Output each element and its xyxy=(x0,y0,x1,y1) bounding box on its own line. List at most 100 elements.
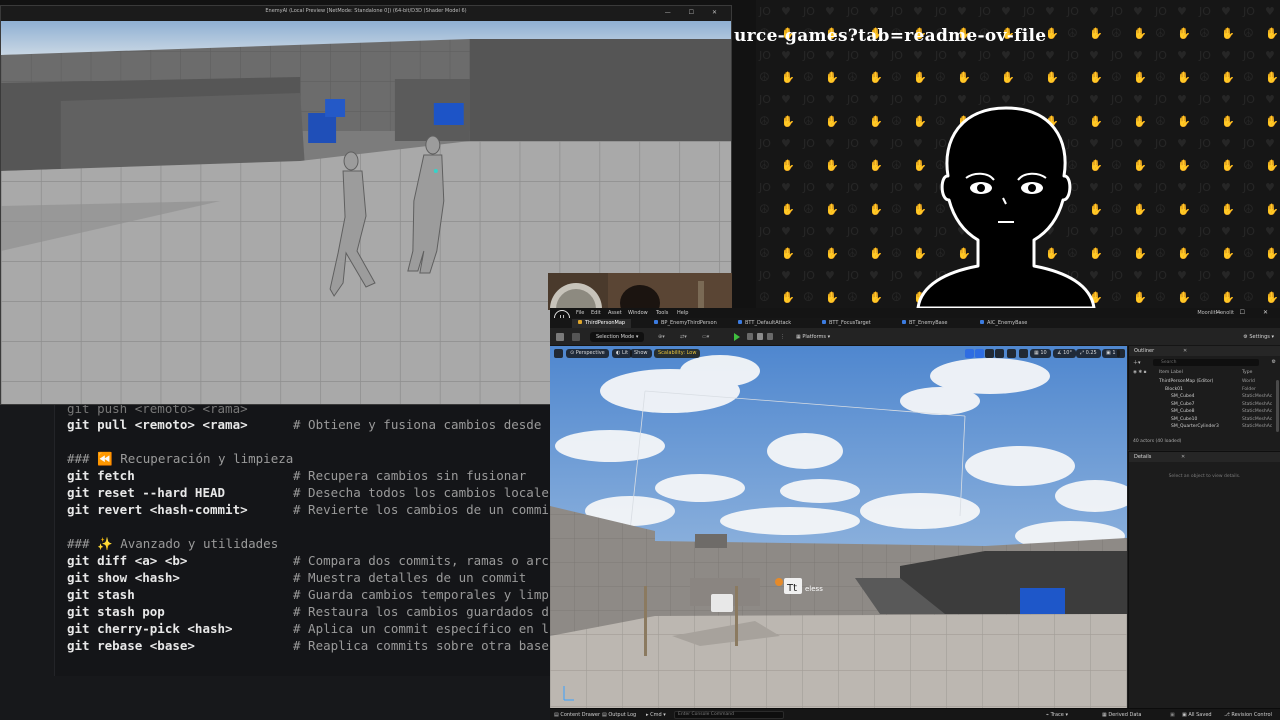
step-icon[interactable] xyxy=(747,333,753,340)
git-command: git rebase <base> xyxy=(67,638,195,653)
column-type[interactable]: Type xyxy=(1242,370,1252,375)
outliner-row[interactable]: SM_Cube4 StaticMeshAc xyxy=(1129,393,1275,400)
menu-edit[interactable]: Edit xyxy=(591,310,601,316)
all-saved-button[interactable]: ▣ All Saved xyxy=(1182,712,1212,718)
code-comment: # Obtiene y fusiona cambios desde xyxy=(293,417,542,432)
column-item-label[interactable]: Item Label xyxy=(1159,370,1183,375)
visibility-column-icon: ◉ ✱ ▪ xyxy=(1133,370,1147,375)
details-panel: Details ✕ Select an object to view detail… xyxy=(1128,451,1280,708)
console-command-input[interactable]: Enter Console Command xyxy=(674,711,784,719)
revision-control-button[interactable]: ⎇ Revision Control xyxy=(1224,712,1272,718)
content-icon[interactable] xyxy=(572,333,580,341)
blueprint-icon xyxy=(654,320,658,324)
selection-mode-dropdown[interactable]: Selection Mode ▾ xyxy=(590,332,645,342)
play-options-icon[interactable]: ⋮ xyxy=(780,332,785,342)
tab-btt-defaultattack[interactable]: BTT_DefaultAttack xyxy=(732,319,797,328)
settings-button[interactable]: ⚙ Settings ▾ xyxy=(1243,332,1274,342)
outliner-row[interactable]: SM_Cube10 StaticMeshAc xyxy=(1129,416,1275,423)
menu-file[interactable]: File xyxy=(576,310,584,316)
menu-help[interactable]: Help xyxy=(677,310,688,316)
git-command: git show <hash> xyxy=(67,570,180,585)
details-title: Details xyxy=(1134,454,1152,460)
menu-asset[interactable]: Asset xyxy=(608,310,622,316)
git-command: git reset --hard HEAD xyxy=(67,485,226,500)
code-line: git revert <hash-commit> # Revierte los c… xyxy=(67,502,549,518)
surface-snap-icon[interactable] xyxy=(1019,349,1028,358)
tab-label: ThirdPersonMap xyxy=(585,320,626,326)
select-tool-icon[interactable] xyxy=(965,349,974,358)
window-controls[interactable]: — ☐ ✕ xyxy=(665,9,725,16)
tab-label: BTT_FocusTarget xyxy=(829,320,871,326)
show-button[interactable]: Show xyxy=(630,349,652,358)
scale-tool-icon[interactable] xyxy=(995,349,1004,358)
editor-window-controls[interactable]: — ☐ ✕ xyxy=(1216,309,1276,316)
rotate-tool-icon[interactable] xyxy=(985,349,994,358)
scalability-button[interactable]: Scalability: Low xyxy=(654,349,701,358)
git-command: git pull <remoto> <rama> xyxy=(67,417,248,432)
platforms-dropdown[interactable]: ▦ Platforms ▾ xyxy=(796,332,830,342)
maximize-viewport-icon[interactable] xyxy=(1117,349,1125,358)
outliner-panel: Outliner ✕ ＋▾ Search ⚙ ◉ ✱ ▪ Item Label T… xyxy=(1128,346,1280,450)
outliner-item-label: SM_Cube7 xyxy=(1171,401,1195,407)
code-editor-panel: git push <remoto> <rama> git pull <remot… xyxy=(0,400,560,720)
git-command: git cherry-pick <hash> xyxy=(67,621,233,636)
output-log-button[interactable]: ▤ Output Log xyxy=(602,712,636,718)
level-icon xyxy=(578,320,582,324)
viewport-scene[interactable]: Tt eless xyxy=(550,346,1127,708)
status-bar: ▤ Content Drawer ▤ Output Log ▸ Cmd ▾ En… xyxy=(550,708,1280,720)
play-icon[interactable] xyxy=(734,333,740,341)
outliner-row[interactable]: Block01 Folder xyxy=(1129,386,1275,393)
webcam-feed xyxy=(548,273,732,310)
tab-aic-enemybase[interactable]: AIC_EnemyBase xyxy=(974,319,1033,328)
outliner-row[interactable]: SM_Cube7 StaticMeshAc xyxy=(1129,401,1275,408)
outliner-search-input[interactable]: Search xyxy=(1153,359,1259,366)
level-viewport[interactable]: Tt eless ⊙ Perspective ◐ Lit Show Scalab… xyxy=(550,346,1127,708)
derived-data-label: Derived Data xyxy=(1108,712,1142,718)
outliner-row[interactable]: ThirdPersonMap (Editor) World xyxy=(1129,378,1275,385)
tab-bt-enemybase[interactable]: BT_EnemyBase xyxy=(896,319,953,328)
trace-button[interactable]: ⌁ Trace ▾ xyxy=(1046,712,1068,718)
derived-data-button[interactable]: ▦ Derived Data xyxy=(1102,712,1141,718)
outliner-settings-icon[interactable]: ⚙ xyxy=(1272,359,1276,365)
menu-window[interactable]: Window xyxy=(628,310,648,316)
game-window-titlebar[interactable]: EnemyAI (Local Preview [NetMode: Standal… xyxy=(1,6,731,21)
save-icon[interactable] xyxy=(556,333,564,341)
outliner-row[interactable]: SM_Cube8 StaticMeshAc xyxy=(1129,408,1275,415)
content-drawer-button[interactable]: ▤ Content Drawer xyxy=(554,712,600,718)
save-status-icon: ▣ xyxy=(1170,712,1175,718)
menu-tools[interactable]: Tools xyxy=(656,310,668,316)
cinematics-icon[interactable]: ▭▾ xyxy=(702,332,709,342)
outliner-item-type: Folder xyxy=(1242,386,1256,392)
grid-snap-button[interactable]: ▦ 10 xyxy=(1030,349,1051,358)
settings-label: Settings xyxy=(1249,334,1270,340)
outliner-item-type: StaticMeshAc xyxy=(1242,416,1273,422)
code-line: git cherry-pick <hash> # Aplica un commit… xyxy=(67,621,549,637)
move-tool-icon[interactable] xyxy=(975,349,984,358)
desktop: git push <remoto> <rama> git pull <remot… xyxy=(0,0,1280,720)
outliner-item-type: StaticMeshAc xyxy=(1242,409,1273,414)
outliner-item-label: ThirdPersonMap (Editor) xyxy=(1159,379,1214,384)
add-actor-icon[interactable]: ⊕▾ xyxy=(658,332,665,342)
perspective-button[interactable]: ⊙ Perspective xyxy=(566,349,609,358)
scale-snap-button[interactable]: ⤢ 0.25 xyxy=(1076,349,1101,358)
blueprint-menu-icon[interactable]: ⇄▾ xyxy=(680,332,687,342)
close-icon[interactable]: ✕ xyxy=(1181,454,1185,460)
viewport-menu-icon[interactable] xyxy=(554,349,563,358)
outliner-row[interactable]: SM_QuarterCylinder3 StaticMeshAc xyxy=(1129,423,1275,430)
tab-thirdpersonmap[interactable]: ThirdPersonMap xyxy=(572,319,632,328)
stop-icon[interactable] xyxy=(757,333,763,340)
outliner-scrollbar[interactable] xyxy=(1276,380,1279,432)
add-icon[interactable]: ＋▾ xyxy=(1133,359,1141,366)
angle-snap-button[interactable]: ∡ 10° xyxy=(1053,349,1076,358)
cmd-dropdown[interactable]: ▸ Cmd ▾ xyxy=(646,712,666,718)
tab-label: BTT_DefaultAttack xyxy=(745,320,792,326)
menu-bar: File Edit Asset Window Tools Help Moonli… xyxy=(550,308,1280,318)
billboard-text: eless xyxy=(805,585,823,593)
tab-bp-enemythirdperson[interactable]: BP_EnemyThirdPerson xyxy=(648,319,723,328)
tab-btt-focustarget[interactable]: BTT_FocusTarget xyxy=(816,319,877,328)
close-icon[interactable]: ✕ xyxy=(1183,348,1187,354)
eject-icon[interactable] xyxy=(767,333,773,340)
outliner-item-label: SM_Cube8 xyxy=(1171,409,1195,414)
world-local-icon[interactable] xyxy=(1007,349,1016,358)
git-command: git revert <hash-commit> xyxy=(67,502,248,517)
